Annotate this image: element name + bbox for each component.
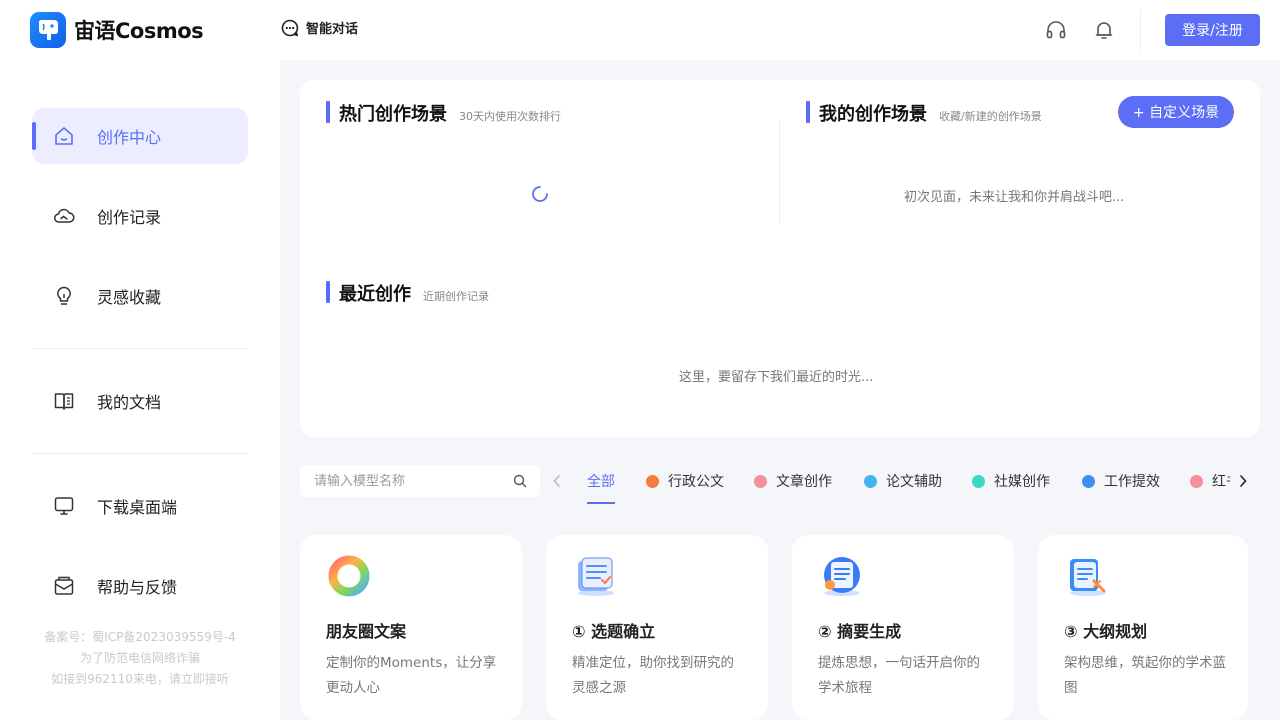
login-register-button[interactable]: 登录/注册: [1165, 14, 1260, 46]
model-search-box: [300, 465, 540, 497]
blue-dot-icon: [1082, 474, 1095, 488]
sidebar-item-inspiration[interactable]: 灵感收藏: [32, 268, 248, 324]
anti-fraud-notice: 为了防范电信网络诈骗: [79, 651, 200, 665]
panel-divider: [779, 121, 780, 223]
tab-all[interactable]: 全部: [587, 471, 615, 504]
loading-spinner-icon: [532, 186, 548, 202]
bell-icon[interactable]: [1093, 19, 1115, 41]
hot-scenes-header: 热门创作场景 30天内使用次数排行: [326, 100, 561, 126]
monitor-icon: [52, 494, 76, 518]
cloud-icon: [52, 204, 76, 228]
model-search-input[interactable]: [314, 465, 504, 497]
mail-icon: [52, 574, 76, 598]
tab-label: 社媒创作: [994, 474, 1050, 490]
sidebar-item-label: 创作记录: [97, 208, 162, 227]
sidebar-item-my-documents[interactable]: 我的文档: [32, 373, 248, 429]
sidebar-divider: [32, 348, 248, 349]
card-description: 提炼思想，一句话开启你的学术旅程: [818, 655, 980, 696]
book-icon: [52, 389, 76, 413]
topic-doc-icon: [578, 557, 614, 596]
sidebar-item-label: 下载桌面端: [97, 498, 178, 517]
sidebar-item-label: 灵感收藏: [97, 288, 162, 307]
tab-social-media[interactable]: 社媒创作: [972, 471, 1050, 491]
recent-empty-text: 这里，要留存下我们最近的时光...: [679, 370, 874, 385]
card-description: 精准定位，助你找到研究的灵感之源: [572, 655, 734, 696]
nav-smart-chat[interactable]: 智能对话: [281, 18, 358, 37]
hot-scenes-title: 热门创作场景: [339, 104, 447, 125]
tab-article-writing[interactable]: 文章创作: [754, 471, 832, 491]
custom-scene-button[interactable]: + 自定义场景: [1118, 96, 1234, 128]
app-name: 宙语Cosmos: [74, 19, 204, 43]
scene-card-moments[interactable]: 朋友圈文案 定制你的Moments，让分享更动人心: [300, 535, 522, 720]
sidebar-item-creation-center[interactable]: 创作中心: [32, 108, 248, 164]
card-title: ② 摘要生成: [818, 622, 902, 641]
scene-card-topic-selection[interactable]: ① 选题确立 精准定位，助你找到研究的灵感之源: [546, 535, 768, 720]
tabs-scroll-left-button[interactable]: [549, 472, 565, 490]
card-description: 架构思维，筑起你的学术蓝图: [1064, 655, 1226, 696]
my-scenes-title: 我的创作场景: [819, 104, 927, 125]
recent-creations-header: 最近创作 近期创作记录: [326, 280, 489, 306]
tabs-scroll-right-button[interactable]: [1235, 472, 1251, 490]
scene-card-summary[interactable]: ② 摘要生成 提炼思想，一句话开启你的学术旅程: [792, 535, 1014, 720]
chevron-left-icon: [553, 475, 560, 487]
my-scenes-header: 我的创作场景 收藏/新建的创作场景: [806, 100, 1042, 126]
sidebar-item-label: 我的文档: [97, 393, 162, 412]
hot-scenes-subtitle: 30天内使用次数排行: [459, 110, 561, 123]
chat-bubble-icon: [281, 19, 299, 36]
tab-label: 文章创作: [776, 474, 832, 490]
anti-fraud-notice: 如接到962110来电，请立即接听: [51, 672, 229, 686]
tab-label: 行政公文: [668, 474, 724, 490]
home-icon: [52, 124, 76, 148]
recent-creations-title: 最近创作: [339, 284, 411, 305]
search-icon[interactable]: [513, 474, 527, 488]
color-ring-icon: [328, 555, 370, 597]
tab-label: 论文辅助: [886, 474, 942, 490]
summary-doc-icon: [824, 557, 860, 596]
tab-label: 全部: [587, 474, 615, 490]
icp-filing-text[interactable]: 备案号：蜀ICP备2023039559号-4: [0, 627, 280, 648]
sidebar-divider: [32, 453, 248, 454]
sidebar-item-creation-records[interactable]: 创作记录: [32, 188, 248, 244]
tab-label: 红书: [1212, 474, 1230, 490]
outline-doc-icon: [1070, 559, 1106, 596]
card-description: 定制你的Moments，让分享更动人心: [326, 655, 497, 696]
header-divider: [1140, 10, 1141, 50]
my-scenes-subtitle: 收藏/新建的创作场景: [939, 110, 1042, 123]
blue-dot-icon: [864, 474, 877, 488]
pink-dot-icon: [1190, 474, 1203, 488]
chevron-right-icon: [1240, 475, 1247, 487]
card-title: ③ 大纲规划: [1064, 622, 1148, 641]
teal-dot-icon: [972, 474, 985, 488]
my-scenes-empty-text: 初次见面，未来让我和你并肩战斗吧...: [904, 190, 1125, 205]
pink-dot-icon: [754, 474, 767, 488]
tab-paper-assist[interactable]: 论文辅助: [864, 471, 942, 491]
scene-card-outline[interactable]: ③ 大纲规划 架构思维，筑起你的学术蓝图: [1038, 535, 1248, 720]
sidebar-item-label: 创作中心: [97, 128, 162, 147]
sidebar-item-help-feedback[interactable]: 帮助与反馈: [32, 558, 248, 614]
category-tabs: 全部 行政公文 文章创作 论文辅助 社媒创作 工作提效 红书: [586, 465, 1230, 505]
card-title: 朋友圈文案: [326, 622, 407, 641]
lightbulb-icon: [52, 284, 76, 308]
elephant-logo-icon: [30, 12, 66, 48]
recent-creations-subtitle: 近期创作记录: [423, 290, 489, 303]
orange-dot-icon: [646, 474, 659, 488]
sidebar-item-download-desktop[interactable]: 下载桌面端: [32, 478, 248, 534]
tab-administrative-docs[interactable]: 行政公文: [646, 471, 724, 491]
app-logo[interactable]: 宙语Cosmos: [30, 12, 204, 48]
top-header: 宙语Cosmos 智能对话 登录/注册: [0, 0, 1280, 60]
tab-label: 工作提效: [1104, 474, 1160, 490]
card-title: ① 选题确立: [572, 622, 656, 641]
tab-xiaohongshu[interactable]: 红书: [1190, 471, 1230, 491]
nav-smart-chat-label: 智能对话: [306, 22, 359, 37]
tab-work-efficiency[interactable]: 工作提效: [1082, 471, 1160, 491]
headset-icon[interactable]: [1045, 19, 1067, 41]
sidebar-item-label: 帮助与反馈: [97, 578, 178, 597]
